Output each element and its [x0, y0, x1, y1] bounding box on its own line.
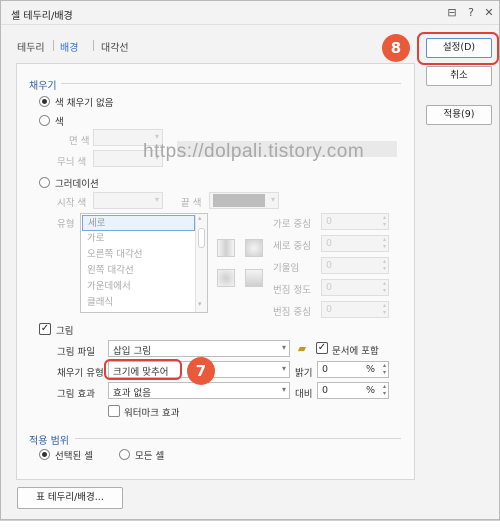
- spin-icon[interactable]: ▴ ▾: [383, 383, 386, 397]
- chevron-down-icon: ▾: [281, 343, 286, 352]
- picture-effect-label: 그림 효과: [57, 389, 95, 400]
- end-color-label: 끝 색: [181, 198, 202, 209]
- cell-border-background-dialog: 셀 테두리/배경 ⊟ ? ✕ 테두리 배경 대각선 채우기 색 채우기 없음 색…: [0, 0, 500, 520]
- highlight-fill-type: [104, 359, 182, 380]
- tab-background[interactable]: 배경: [60, 39, 78, 54]
- blur-center-label: 번짐 중심: [273, 307, 311, 318]
- gradient-preview-1: [217, 239, 235, 257]
- color-radio[interactable]: [39, 115, 50, 126]
- spin-icon[interactable]: ▴ ▾: [383, 280, 386, 294]
- all-cells-radio[interactable]: [119, 449, 130, 460]
- no-fill-label: 색 채우기 없음: [55, 98, 114, 109]
- selected-cells-radio[interactable]: [39, 449, 50, 460]
- step-8-badge: 8: [382, 34, 410, 62]
- gradient-preview-3: [217, 269, 235, 287]
- spin-icon[interactable]: ▴ ▾: [383, 236, 386, 250]
- scroll-thumb[interactable]: [198, 228, 205, 248]
- title-bar: 셀 테두리/배경 ⊟ ? ✕: [1, 1, 499, 25]
- scroll-up-icon[interactable]: ▴: [198, 214, 202, 222]
- contrast-input[interactable]: 0 % ▴ ▾: [317, 382, 389, 399]
- tab-border[interactable]: 테두리: [17, 39, 45, 54]
- spin-icon[interactable]: ▴ ▾: [383, 362, 386, 376]
- selected-cells-label: 선택된 셀: [55, 451, 93, 462]
- fill-section-title: 채우기: [29, 81, 57, 92]
- highlight-set-button: [417, 32, 499, 65]
- chevron-down-icon: ▾: [154, 132, 159, 141]
- chevron-down-icon: ▾: [154, 195, 159, 204]
- apply-range-section-title: 적용 범위: [29, 436, 69, 447]
- picture-checkbox[interactable]: ✓: [39, 323, 51, 335]
- list-scrollbar[interactable]: ▴ ▾: [195, 214, 207, 312]
- gradient-type-list[interactable]: 세로 가로 오른쪽 대각선 왼쪽 대각선 가운데에서 클래식 ▴ ▾: [80, 213, 208, 313]
- gradient-preview-4: [245, 269, 263, 287]
- embed-checkbox[interactable]: ✓: [316, 342, 328, 354]
- no-fill-radio[interactable]: [39, 96, 50, 107]
- end-color-select[interactable]: ▾: [209, 192, 279, 209]
- scroll-down-icon[interactable]: ▾: [198, 300, 202, 308]
- blur-degree-input[interactable]: 0 ▴ ▾: [321, 279, 389, 296]
- close-icon[interactable]: ✕: [481, 5, 497, 21]
- face-color-label: 면 색: [69, 136, 90, 147]
- start-color-select[interactable]: ▾: [93, 192, 163, 209]
- picture-file-label: 그림 파일: [57, 347, 95, 358]
- background-strip: [0, 520, 500, 530]
- spin-icon[interactable]: ▴ ▾: [383, 258, 386, 272]
- gradation-label: 그러데이션: [55, 179, 99, 190]
- tilt-label: 기울임: [273, 263, 300, 274]
- picture-file-select[interactable]: 삽입 그림 ▾: [108, 340, 290, 357]
- h-center-label: 가로 중심: [273, 219, 311, 230]
- list-item[interactable]: 가운데에서: [82, 279, 195, 295]
- picture-label: 그림: [56, 326, 74, 337]
- tilt-input[interactable]: 0 ▴ ▾: [321, 257, 389, 274]
- v-center-input[interactable]: 0 ▴ ▾: [321, 235, 389, 252]
- gradation-radio[interactable]: [39, 177, 50, 188]
- list-item[interactable]: 세로: [82, 215, 195, 231]
- step-7-badge: 7: [187, 357, 215, 385]
- chevron-down-icon: ▾: [281, 364, 286, 373]
- color-label: 색: [55, 117, 64, 128]
- blur-degree-label: 번짐 정도: [273, 285, 311, 296]
- v-center-label: 세로 중심: [273, 241, 311, 252]
- list-item[interactable]: 클래식: [82, 295, 195, 311]
- list-item[interactable]: 가로: [82, 231, 195, 247]
- all-cells-label: 모든 셀: [135, 451, 165, 462]
- list-item[interactable]: 왼쪽 대각선: [82, 263, 195, 279]
- end-color-swatch: [213, 194, 265, 207]
- folder-icon[interactable]: ▰: [293, 340, 311, 357]
- brightness-input[interactable]: 0 % ▴ ▾: [317, 361, 389, 378]
- section-divider: [61, 83, 401, 84]
- cancel-button[interactable]: 취소: [426, 66, 492, 86]
- h-center-input[interactable]: 0 ▴ ▾: [321, 213, 389, 230]
- watermark-checkbox[interactable]: [108, 405, 120, 417]
- window-title: 셀 테두리/배경: [11, 11, 73, 22]
- watermark-text: https://dolpali.tistory.com: [143, 141, 365, 162]
- spin-icon[interactable]: ▴ ▾: [383, 214, 386, 228]
- chevron-down-icon: ▾: [270, 195, 275, 204]
- board-icon[interactable]: ⊟: [444, 5, 460, 21]
- pattern-color-label: 무늬 색: [57, 157, 87, 168]
- tab-diagonal[interactable]: 대각선: [101, 39, 129, 54]
- help-icon[interactable]: ?: [463, 5, 479, 21]
- table-border-background-button[interactable]: 표 테두리/배경...: [17, 487, 123, 509]
- spin-icon[interactable]: ▴ ▾: [383, 302, 386, 316]
- apply-button[interactable]: 적용(9): [426, 105, 492, 125]
- blur-center-input[interactable]: 0 ▴ ▾: [321, 301, 389, 318]
- brightness-label: 밝기: [295, 368, 313, 379]
- contrast-label: 대비: [295, 389, 313, 400]
- fill-type-label: 채우기 유형: [57, 368, 104, 379]
- section-divider: [75, 438, 401, 439]
- gradient-preview-2: [245, 239, 263, 257]
- type-label: 유형: [57, 219, 75, 230]
- list-item[interactable]: 오른쪽 대각선: [82, 247, 195, 263]
- tab-divider: [93, 40, 94, 51]
- start-color-label: 시작 색: [57, 198, 87, 209]
- tab-divider: [53, 40, 54, 51]
- watermark-effect-label: 워터마크 효과: [124, 408, 180, 419]
- chevron-down-icon: ▾: [281, 385, 286, 394]
- embed-label: 문서에 포함: [332, 346, 379, 357]
